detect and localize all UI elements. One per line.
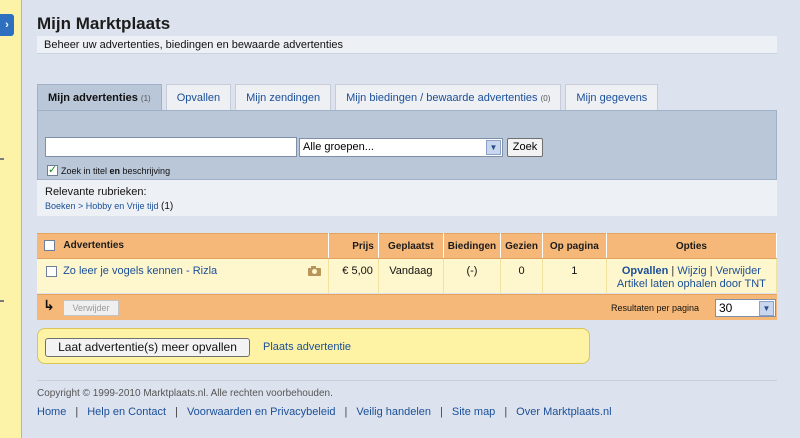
header-op-pagina: Op pagina xyxy=(542,233,607,259)
ad-title-cell: Zo leer je vogels kennen - Rizla xyxy=(37,258,330,293)
search-panel: Alle groepen... ▼ Zoek Zoek in titel en … xyxy=(37,110,777,180)
verwijder-link[interactable]: Verwijder xyxy=(716,265,761,277)
camera-icon xyxy=(308,266,322,276)
page-title: Mijn Marktplaats xyxy=(37,14,171,33)
footer-link-veilig[interactable]: Veilig handelen xyxy=(356,406,431,418)
tab-count: (0) xyxy=(540,94,551,103)
search-title-description-option: Zoek in titel en beschrijving xyxy=(47,163,171,176)
group-select[interactable]: Alle groepen... ▼ xyxy=(299,138,503,157)
tab-label: Mijn zendingen xyxy=(246,92,321,104)
footer-divider xyxy=(37,380,777,381)
footer-link-over[interactable]: Over Marktplaats.nl xyxy=(516,406,611,418)
table-header-row: Advertenties Prijs Geplaatst Biedingen G… xyxy=(37,233,778,259)
footer-link-sitemap[interactable]: Site map xyxy=(452,406,495,418)
promote-button[interactable]: Laat advertentie(s) meer opvallen xyxy=(45,338,250,357)
table-footer: ↳ Verwijder Resultaten per pagina 30 ▼ xyxy=(37,294,777,320)
left-sidebar-strip: › xyxy=(0,0,22,438)
copyright: Copyright © 1999-2010 Marktplaats.nl. Al… xyxy=(37,388,333,399)
checkbox-label: Zoek in titel en beschrijving xyxy=(61,165,171,176)
tab-mijn-biedingen[interactable]: Mijn biedingen / bewaarde advertenties (… xyxy=(335,84,562,110)
rubrieken-path: Boeken > Hobby en Vrije tijd (1) xyxy=(45,201,769,212)
verwijder-selected-button[interactable]: Verwijder xyxy=(63,300,119,316)
header-geplaatst: Geplaatst xyxy=(378,233,444,259)
per-page-label: Resultaten per pagina xyxy=(611,303,700,313)
tab-mijn-zendingen[interactable]: Mijn zendingen xyxy=(235,84,332,110)
select-all-checkbox[interactable] xyxy=(44,240,55,252)
ad-biedingen: (-) xyxy=(443,258,502,293)
return-arrow-icon: ↳ xyxy=(43,297,55,313)
zoek-button[interactable]: Zoek xyxy=(507,138,543,157)
rubriek-link[interactable]: Boeken > Hobby en Vrije tijd xyxy=(45,201,158,211)
plaats-advertentie-link[interactable]: Plaats advertentie xyxy=(263,341,351,353)
sidebar-tick xyxy=(0,300,4,302)
ad-title-link[interactable]: Zo leer je vogels kennen - Rizla xyxy=(63,265,217,277)
header-label: Advertenties xyxy=(63,240,124,252)
group-select-value: Alle groepen... xyxy=(303,141,374,153)
tab-opvallen[interactable]: Opvallen xyxy=(165,84,232,110)
chevron-down-icon[interactable]: ▼ xyxy=(486,140,501,155)
per-page-select[interactable]: 30 ▼ xyxy=(715,299,776,317)
ad-op-pagina: 1 xyxy=(542,258,607,293)
chevron-down-icon[interactable]: ▼ xyxy=(759,301,774,316)
footer-link-home[interactable]: Home xyxy=(37,406,66,418)
ad-gezien: 0 xyxy=(500,258,543,293)
footer-link-help[interactable]: Help en Contact xyxy=(87,406,166,418)
action-box: Laat advertentie(s) meer opvallen Plaats… xyxy=(37,328,590,364)
advertenties-table: Advertenties Prijs Geplaatst Biedingen G… xyxy=(37,233,778,293)
sidebar-tick xyxy=(0,158,4,160)
tab-label: Mijn biedingen / bewaarde advertenties xyxy=(346,92,538,104)
tab-label: Mijn advertenties xyxy=(48,92,138,104)
footer-link-voorwaarden[interactable]: Voorwaarden en Privacybeleid xyxy=(187,406,336,418)
ad-geplaatst: Vandaag xyxy=(378,258,444,293)
tab-bar: Mijn advertenties (1) Opvallen Mijn zend… xyxy=(37,84,662,111)
rubriek-count: (1) xyxy=(161,201,174,212)
per-page-value: 30 xyxy=(719,301,733,315)
relevante-rubrieken: Relevante rubrieken: Boeken > Hobby en V… xyxy=(37,180,777,216)
tab-count: (1) xyxy=(140,94,151,103)
header-advertenties: Advertenties xyxy=(37,233,330,259)
zoek-in-beschrijving-checkbox[interactable] xyxy=(47,163,58,176)
rubrieken-title: Relevante rubrieken: xyxy=(45,186,147,198)
header-biedingen: Biedingen xyxy=(443,233,502,259)
ad-options: Opvallen | Wijzig | Verwijder Artikel la… xyxy=(606,258,778,293)
tab-label: Opvallen xyxy=(176,92,221,104)
sidebar-toggle-button[interactable]: › xyxy=(0,14,14,36)
tab-label: Mijn gegevens xyxy=(576,92,648,104)
header-opties: Opties xyxy=(606,233,778,259)
ad-price: € 5,00 xyxy=(328,258,379,293)
header-prijs: Prijs xyxy=(328,233,379,259)
tab-mijn-gegevens[interactable]: Mijn gegevens xyxy=(565,84,659,110)
tnt-ophalen-link[interactable]: Artikel laten ophalen door TNT xyxy=(617,278,766,290)
page-subtitle: Beheer uw advertenties, biedingen en bew… xyxy=(37,36,777,54)
row-checkbox[interactable] xyxy=(46,265,57,277)
footer-links: Home | Help en Contact | Voorwaarden en … xyxy=(37,406,612,418)
table-row: Zo leer je vogels kennen - Rizla € 5,00 … xyxy=(37,258,778,293)
opvallen-link[interactable]: Opvallen xyxy=(622,265,668,277)
search-input[interactable] xyxy=(45,137,297,157)
tab-mijn-advertenties[interactable]: Mijn advertenties (1) xyxy=(37,84,162,111)
header-gezien: Gezien xyxy=(500,233,543,259)
wijzig-link[interactable]: Wijzig xyxy=(677,265,706,277)
